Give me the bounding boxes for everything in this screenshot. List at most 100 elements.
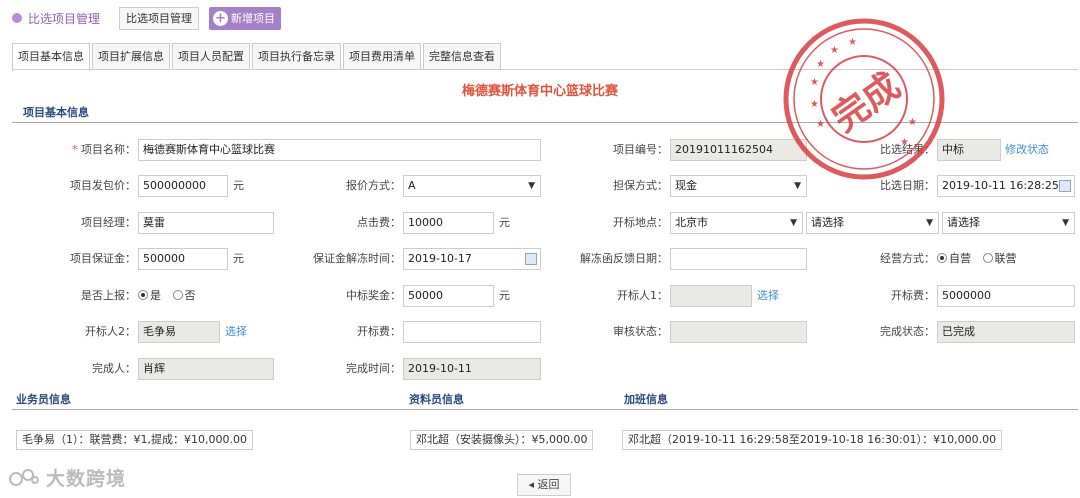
svg-text:★: ★ xyxy=(830,45,839,56)
bidder1-select-link[interactable]: 选择 xyxy=(757,285,779,307)
bid-fee-label: 开标费： xyxy=(891,289,935,302)
section-title-overtime: 加班信息 xyxy=(624,393,668,406)
section-divider xyxy=(12,409,1078,410)
reported-label: 是否上报： xyxy=(81,289,136,302)
bid-location-city-value: 北京市 xyxy=(675,216,708,229)
click-fee-label: 点击费： xyxy=(357,216,401,229)
manager-input[interactable]: 莫雷 xyxy=(138,212,274,234)
back-button[interactable]: ◂ 返回 xyxy=(517,474,571,496)
guarantee-method-value: 现金 xyxy=(675,179,697,192)
bid-location-city-select[interactable]: 北京市 ▼ xyxy=(670,212,803,234)
bonus-input[interactable]: 50000 xyxy=(403,285,494,307)
bid-fee-input[interactable]: 5000000 xyxy=(937,285,1075,307)
deposit-unfreeze-label: 保证金解冻时间： xyxy=(313,252,401,265)
completed-stamp: ★★★ ★★★ ★★ 完成 xyxy=(783,18,945,180)
reported-radios: 是 否 xyxy=(138,285,196,307)
watermark-text: 大数跨境 xyxy=(46,468,127,490)
radio-reported-no[interactable]: 否 xyxy=(172,289,196,302)
project-name-input[interactable]: 梅德赛斯体育中心篮球比赛 xyxy=(138,139,541,161)
bid-fee2-label: 开标费： xyxy=(357,325,401,338)
calendar-icon[interactable] xyxy=(525,253,537,265)
bidder2-select-link[interactable]: 选择 xyxy=(225,321,247,343)
radio-off-icon xyxy=(172,290,183,300)
svg-text:★: ★ xyxy=(816,59,825,70)
bid-fee2-input[interactable] xyxy=(403,321,541,343)
watermark-logo-icon xyxy=(9,468,39,486)
operation-mode-label: 经营方式： xyxy=(880,252,935,265)
material-tag: 邓北超（安装摄像头）：¥5,000.00 xyxy=(410,430,594,450)
salesman-tag: 毛争易（1）：联营费：¥1,提成：¥10,000.00 xyxy=(16,430,253,450)
calendar-icon[interactable] xyxy=(1059,180,1071,192)
deposit-unit: 元 xyxy=(233,252,244,265)
change-status-link[interactable]: 修改状态 xyxy=(1005,139,1049,161)
section-title-basic: 项目基本信息 xyxy=(23,106,89,119)
radio-off-icon xyxy=(982,253,993,263)
quote-method-label: 报价方式： xyxy=(346,179,401,192)
svg-text:★: ★ xyxy=(816,119,825,130)
bid-date-value: 2019-10-11 16:28:25 xyxy=(942,179,1059,192)
watermark-logo: 大数跨境 xyxy=(8,464,126,491)
finish-time-input[interactable]: 2019-10-11 xyxy=(403,358,541,380)
quote-method-select[interactable]: A ▼ xyxy=(403,175,541,197)
tab-full-info[interactable]: 完整信息查看 xyxy=(423,43,501,69)
contract-price-unit: 元 xyxy=(233,179,244,192)
add-project-label: 新增项目 xyxy=(231,12,275,25)
bid-location-district-value: 请选择 xyxy=(811,216,844,229)
click-fee-input[interactable]: 10000 xyxy=(403,212,494,234)
svg-text:★: ★ xyxy=(810,77,819,88)
bid-date-input[interactable]: 2019-10-11 16:28:25 xyxy=(937,175,1075,197)
add-project-button[interactable]: + 新增项目 xyxy=(209,7,281,30)
bid-location-area-select[interactable]: 请选择 ▼ xyxy=(942,212,1075,234)
contract-price-input[interactable]: 500000000 xyxy=(138,175,228,197)
tab-execution-memo[interactable]: 项目执行备忘录 xyxy=(252,43,341,69)
quote-method-value: A xyxy=(408,179,416,192)
bidder1-label: 开标人1： xyxy=(617,289,668,302)
unfreeze-feedback-input[interactable] xyxy=(670,248,807,270)
chevron-down-icon: ▼ xyxy=(926,218,933,228)
contract-price-label: 项目发包价： xyxy=(70,179,136,192)
svg-text:★: ★ xyxy=(848,37,857,48)
overtime-tag: 邓北超（2019-10-11 16:29:58至2019-10-18 16:30… xyxy=(622,430,1003,450)
back-arrow-icon: ◂ xyxy=(528,478,535,491)
radio-on-icon xyxy=(937,253,947,263)
back-label: 返回 xyxy=(537,478,560,491)
tab-bar: 项目基本信息 项目扩展信息 项目人员配置 项目执行备忘录 项目费用清单 完整信息… xyxy=(12,43,501,71)
svg-text:★: ★ xyxy=(810,99,819,110)
tab-cost-list[interactable]: 项目费用清单 xyxy=(343,43,421,69)
tab-extended-info[interactable]: 项目扩展信息 xyxy=(92,43,170,69)
bonus-label: 中标奖金： xyxy=(346,289,401,302)
finisher-input[interactable]: 肖辉 xyxy=(138,358,274,380)
finish-time-label: 完成时间： xyxy=(346,362,401,375)
project-no-label: 项目编号： xyxy=(613,143,668,156)
bidder1-input[interactable] xyxy=(670,285,752,307)
manage-projects-button[interactable]: 比选项目管理 xyxy=(119,7,199,30)
bidder2-input[interactable]: 毛争易 xyxy=(138,321,220,343)
deposit-unfreeze-value: 2019-10-17 xyxy=(408,252,472,265)
svg-text:★: ★ xyxy=(908,117,917,128)
radio-reported-yes[interactable]: 是 xyxy=(138,289,161,302)
bid-location-district-select[interactable]: 请选择 ▼ xyxy=(806,212,939,234)
deposit-input[interactable]: 500000 xyxy=(138,248,228,270)
plus-icon: + xyxy=(213,11,228,26)
operation-mode-radios: 自营 联营 xyxy=(937,248,1017,270)
radio-joint-operated[interactable]: 联营 xyxy=(982,252,1017,265)
breadcrumb: 比选项目管理 xyxy=(28,12,101,26)
deposit-label: 项目保证金： xyxy=(70,252,136,265)
breadcrumb-dot-icon xyxy=(12,13,22,23)
review-status-label: 审核状态： xyxy=(613,325,668,338)
radio-self-operated[interactable]: 自营 xyxy=(937,252,971,265)
radio-on-icon xyxy=(138,290,148,300)
bonus-unit: 元 xyxy=(499,289,510,302)
click-fee-unit: 元 xyxy=(499,216,510,229)
project-name-label: * 项目名称： xyxy=(72,143,136,156)
bid-location-area-value: 请选择 xyxy=(947,216,980,229)
complete-status-input[interactable]: 已完成 xyxy=(937,321,1075,343)
bidder2-label: 开标人2： xyxy=(85,325,136,338)
deposit-unfreeze-input[interactable]: 2019-10-17 xyxy=(403,248,541,270)
complete-status-label: 完成状态： xyxy=(880,325,935,338)
chevron-down-icon: ▼ xyxy=(528,181,535,191)
bid-location-label: 开标地点： xyxy=(613,216,668,229)
review-status-input[interactable] xyxy=(670,321,807,343)
tab-staff-config[interactable]: 项目人员配置 xyxy=(172,43,250,69)
tab-basic-info[interactable]: 项目基本信息 xyxy=(12,43,90,71)
